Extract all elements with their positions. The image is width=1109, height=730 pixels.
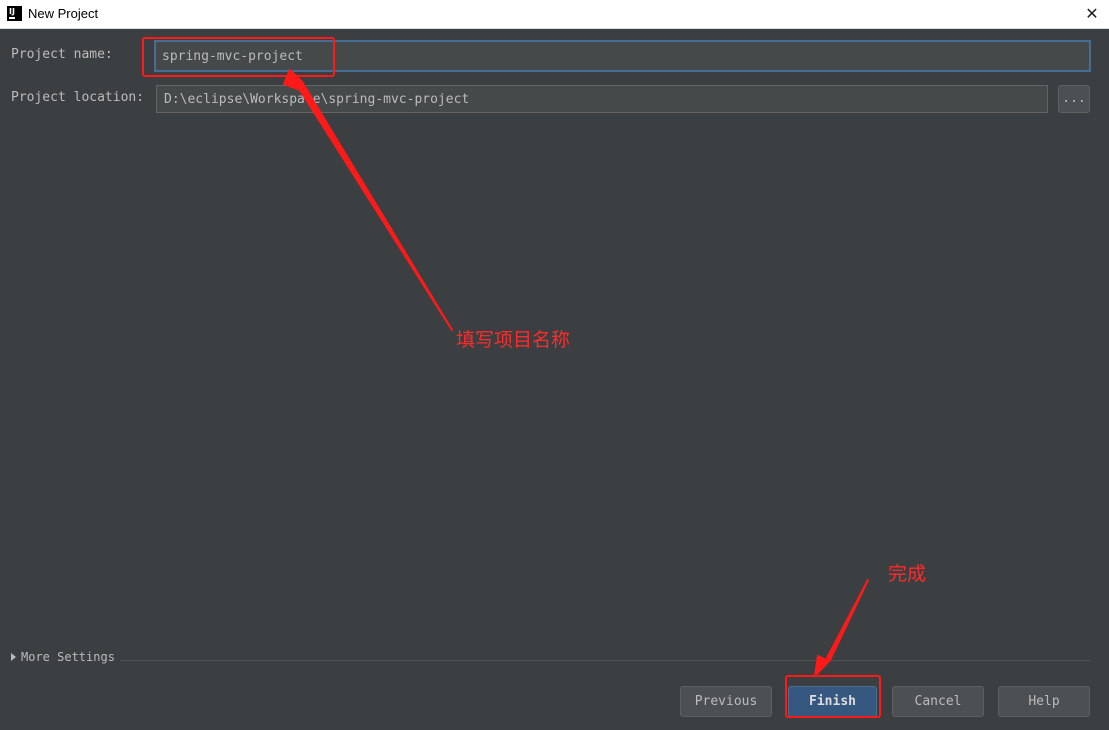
- annotation-arrows: [283, 69, 869, 677]
- finish-annotation-note: 完成: [888, 563, 927, 585]
- name-annotation-note: 填写项目名称: [456, 329, 571, 351]
- name-arrow: [283, 69, 453, 331]
- finish-arrow: [814, 579, 869, 677]
